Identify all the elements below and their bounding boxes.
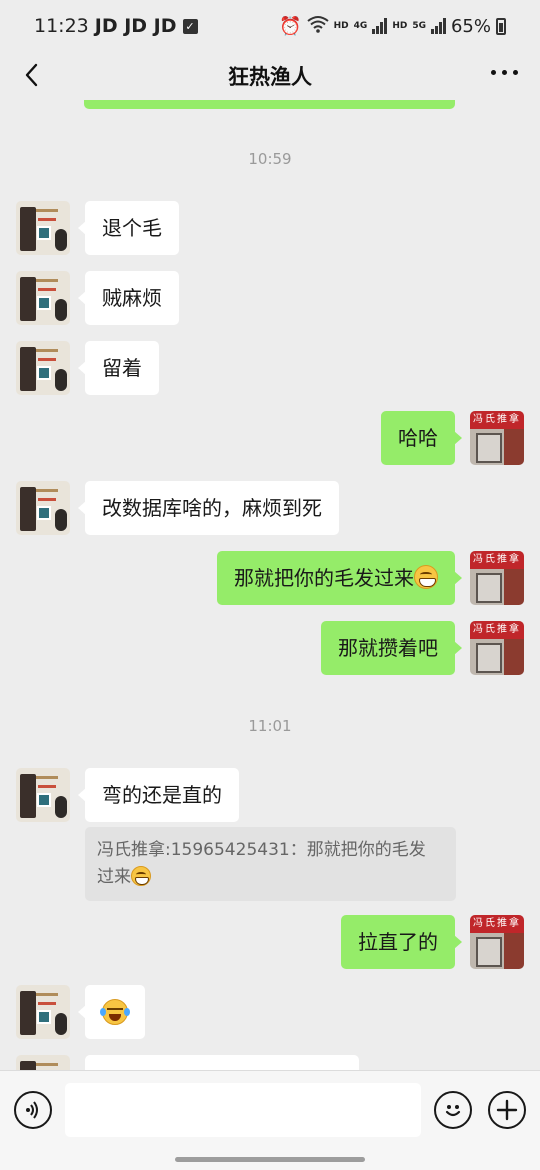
message-bubble[interactable] xyxy=(85,1055,359,1070)
my-avatar[interactable]: 冯氏推拿 xyxy=(470,411,524,465)
my-avatar[interactable]: 冯氏推拿 xyxy=(470,621,524,675)
more-options-button[interactable] xyxy=(491,70,518,75)
signal-icon-1 xyxy=(372,18,388,34)
contact-avatar[interactable] xyxy=(16,768,70,822)
previous-message-bubble[interactable] xyxy=(84,100,455,109)
my-avatar[interactable]: 冯氏推拿 xyxy=(470,915,524,969)
contact-avatar[interactable] xyxy=(16,481,70,535)
hd-label-1: HD xyxy=(333,21,349,31)
quoted-message[interactable]: 冯氏推拿:15965425431：那就把你的毛发 过来 xyxy=(85,827,456,901)
battery-percent: 65% xyxy=(450,15,491,37)
grin-emoji-icon xyxy=(131,866,151,886)
checkbox-icon: ✓ xyxy=(182,18,198,34)
home-indicator[interactable] xyxy=(175,1157,365,1162)
emoji-icon xyxy=(445,1105,461,1117)
dot-icon xyxy=(513,70,518,75)
timestamp: 11:01 xyxy=(248,717,292,735)
signal-icon-2 xyxy=(430,18,446,34)
dot-icon xyxy=(502,70,507,75)
my-avatar[interactable]: 冯氏推拿 xyxy=(470,551,524,605)
grin-emoji-icon xyxy=(414,565,438,589)
message-list[interactable]: 10:59 退个毛 贼麻烦 留着 哈哈 冯氏推拿 改数据库啥的，麻烦到死 那就把… xyxy=(0,100,540,1070)
emoji-button[interactable] xyxy=(434,1091,472,1129)
message-bubble[interactable]: 改数据库啥的，麻烦到死 xyxy=(78,481,339,535)
message-bubble[interactable]: 贼麻烦 xyxy=(78,271,179,325)
status-time: 11:23 xyxy=(34,15,89,37)
dot-icon xyxy=(491,70,496,75)
plus-icon xyxy=(496,1099,518,1121)
contact-avatar[interactable] xyxy=(16,1055,70,1070)
message-bubble[interactable]: 留着 xyxy=(78,341,159,395)
chevron-left-icon xyxy=(25,63,38,87)
back-button[interactable] xyxy=(18,58,54,94)
chat-header: 狂热渔人 xyxy=(0,52,540,100)
network-label-1: 4G xyxy=(353,21,368,31)
message-bubble[interactable]: 那就攒着吧 xyxy=(321,621,462,675)
quote-line-2: 过来 xyxy=(97,864,444,891)
laugh-cry-emoji-icon xyxy=(100,999,130,1025)
battery-icon xyxy=(496,17,506,35)
voice-input-button[interactable] xyxy=(14,1091,52,1129)
message-bubble[interactable]: 退个毛 xyxy=(78,201,179,255)
message-input[interactable] xyxy=(65,1083,421,1137)
contact-avatar[interactable] xyxy=(16,985,70,1039)
status-right: ⏰ HD 4G HD 5G 65% xyxy=(279,15,506,38)
message-text: 那就把你的毛发过来 xyxy=(234,566,414,590)
network-label-2: 5G xyxy=(412,21,426,31)
more-functions-button[interactable] xyxy=(488,1091,526,1129)
status-left: 11:23 JD JD JD ✓ xyxy=(34,15,198,37)
wifi-icon xyxy=(307,15,329,38)
quote-line-1: 冯氏推拿:15965425431：那就把你的毛发 xyxy=(97,840,426,860)
message-bubble[interactable]: 那就把你的毛发过来 xyxy=(217,551,462,605)
contact-avatar[interactable] xyxy=(16,341,70,395)
contact-avatar[interactable] xyxy=(16,201,70,255)
chat-title: 狂热渔人 xyxy=(228,65,312,89)
alarm-icon: ⏰ xyxy=(279,15,302,37)
contact-avatar[interactable] xyxy=(16,271,70,325)
voice-icon xyxy=(26,1101,38,1119)
timestamp: 10:59 xyxy=(248,150,292,168)
carrier-label: JD JD JD xyxy=(94,15,177,37)
status-bar: 11:23 JD JD JD ✓ ⏰ HD 4G HD 5G 65% xyxy=(0,0,540,52)
message-bubble[interactable]: 拉直了的 xyxy=(341,915,462,969)
input-bar xyxy=(0,1070,540,1170)
message-bubble[interactable] xyxy=(78,985,145,1039)
message-bubble[interactable]: 哈哈 xyxy=(381,411,462,465)
hd-label-2: HD xyxy=(392,21,408,31)
message-bubble[interactable]: 弯的还是直的 xyxy=(78,768,239,822)
